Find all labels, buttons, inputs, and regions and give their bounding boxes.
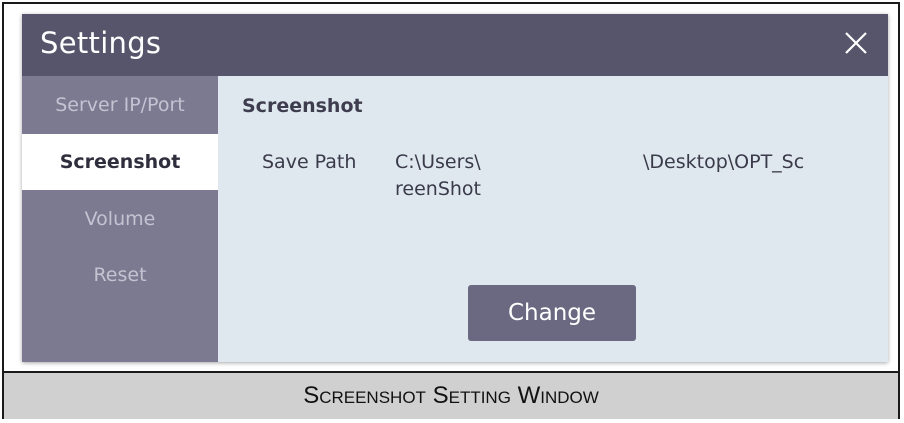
window-title: Settings [40,26,162,60]
sidebar-item-screenshot[interactable]: Screenshot [22,134,218,190]
figure-frame: Settings Server IP/Port Screenshot Volum… [2,2,900,419]
save-path-value: C:\Users\ \Desktop\OPT_Sc reenShot [395,151,875,211]
save-path-line2: reenShot [395,178,481,200]
screenshot-panel: Screenshot Save Path C:\Users\ \Desktop\… [218,76,888,362]
close-icon[interactable] [840,27,872,59]
caption-bar: Screenshot Setting Window [4,371,898,419]
section-title: Screenshot [242,95,363,117]
save-path-line1-end: \Desktop\OPT_Sc [643,151,805,173]
save-path-label: Save Path [262,151,357,173]
change-button[interactable]: Change [468,285,636,341]
sidebar-item-reset[interactable]: Reset [22,264,218,286]
settings-dialog: Settings Server IP/Port Screenshot Volum… [22,14,888,362]
figure-caption: Screenshot Setting Window [303,382,599,409]
sidebar-item-volume[interactable]: Volume [22,208,218,230]
save-path-line1-start: C:\Users\ [395,151,481,173]
sidebar-item-server-ip-port[interactable]: Server IP/Port [22,94,218,116]
title-bar: Settings [22,14,888,76]
settings-sidebar: Server IP/Port Screenshot Volume Reset [22,76,218,362]
